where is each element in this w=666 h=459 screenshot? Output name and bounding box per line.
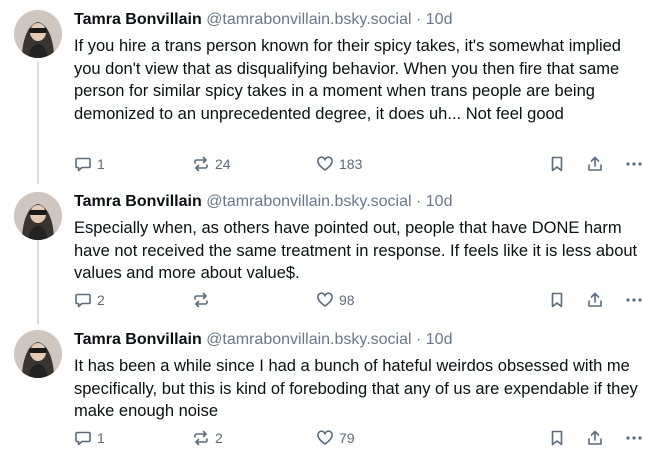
post[interactable]: Tamra Bonvillain @tamrabonvillain.bsky.s… <box>0 182 666 320</box>
like-count: 79 <box>339 430 355 446</box>
avatar[interactable] <box>14 330 62 378</box>
post[interactable]: Tamra Bonvillain @tamrabonvillain.bsky.s… <box>0 0 666 182</box>
more-options-button[interactable] <box>624 289 644 311</box>
post-time[interactable]: 10d <box>426 11 453 28</box>
share-button[interactable] <box>586 153 604 175</box>
avatar-image <box>14 10 62 58</box>
repost-count: 24 <box>215 156 231 172</box>
reply-count: 1 <box>97 430 105 446</box>
reply-button[interactable]: 1 <box>74 427 105 449</box>
like-button[interactable]: 183 <box>316 153 362 175</box>
speech-bubble-icon <box>75 431 91 446</box>
bookmark-button[interactable] <box>548 289 566 311</box>
separator-dot: · <box>416 11 422 28</box>
post-header: Tamra Bonvillain @tamrabonvillain.bsky.s… <box>74 330 652 350</box>
avatar-image <box>14 330 62 378</box>
repost-arrows-icon <box>194 292 208 308</box>
author-handle[interactable]: @tamrabonvillain.bsky.social <box>206 331 411 348</box>
author-name[interactable]: Tamra Bonvillain <box>74 193 202 210</box>
post-text: If you hire a trans person known for the… <box>74 37 621 123</box>
bookmark-icon <box>551 430 563 446</box>
share-icon <box>588 292 602 307</box>
heart-icon <box>317 430 333 445</box>
ellipsis-icon <box>626 436 642 440</box>
repost-button[interactable] <box>192 289 215 311</box>
heart-icon <box>317 156 333 171</box>
author-name[interactable]: Tamra Bonvillain <box>74 331 202 348</box>
post-actions: 1 2 79 <box>74 427 652 449</box>
avatar-image <box>14 192 62 240</box>
speech-bubble-icon <box>75 157 91 172</box>
like-button[interactable]: 79 <box>316 427 355 449</box>
reply-count: 2 <box>97 292 105 308</box>
post-header: Tamra Bonvillain @tamrabonvillain.bsky.s… <box>74 192 652 212</box>
post-time[interactable]: 10d <box>426 331 453 348</box>
speech-bubble-icon <box>75 293 91 308</box>
share-button[interactable] <box>586 427 604 449</box>
separator-dot: · <box>416 193 422 210</box>
repost-button[interactable]: 2 <box>192 427 223 449</box>
post-text: It has been a while since I had a bunch … <box>74 357 638 421</box>
post-actions: 2 98 <box>74 289 652 311</box>
post-time[interactable]: 10d <box>426 193 453 210</box>
repost-count: 2 <box>215 430 223 446</box>
share-icon <box>588 156 602 171</box>
like-count: 98 <box>339 292 355 308</box>
like-count: 183 <box>339 156 363 172</box>
thread: Tamra Bonvillain @tamrabonvillain.bsky.s… <box>0 0 666 459</box>
ellipsis-icon <box>626 298 642 302</box>
author-handle[interactable]: @tamrabonvillain.bsky.social <box>206 193 411 210</box>
repost-arrows-icon <box>194 430 208 446</box>
post[interactable]: Tamra Bonvillain @tamrabonvillain.bsky.s… <box>0 320 666 459</box>
post-actions: 1 24 183 <box>74 153 652 175</box>
bookmark-button[interactable] <box>548 153 566 175</box>
separator-dot: · <box>416 331 422 348</box>
ellipsis-icon <box>626 162 642 166</box>
post-header: Tamra Bonvillain @tamrabonvillain.bsky.s… <box>74 10 652 30</box>
avatar[interactable] <box>14 192 62 240</box>
post-text: Especially when, as others have pointed … <box>74 219 638 283</box>
reply-button[interactable]: 2 <box>74 289 105 311</box>
heart-icon <box>317 292 333 307</box>
repost-button[interactable]: 24 <box>192 153 231 175</box>
bookmark-button[interactable] <box>548 427 566 449</box>
more-options-button[interactable] <box>624 153 644 175</box>
bookmark-icon <box>551 292 563 308</box>
author-name[interactable]: Tamra Bonvillain <box>74 11 202 28</box>
repost-arrows-icon <box>194 156 208 172</box>
like-button[interactable]: 98 <box>316 289 355 311</box>
share-icon <box>588 430 602 445</box>
author-handle[interactable]: @tamrabonvillain.bsky.social <box>206 11 411 28</box>
bookmark-icon <box>551 156 563 172</box>
share-button[interactable] <box>586 289 604 311</box>
more-options-button[interactable] <box>624 427 644 449</box>
reply-button[interactable]: 1 <box>74 153 105 175</box>
avatar[interactable] <box>14 10 62 58</box>
reply-count: 1 <box>97 156 105 172</box>
